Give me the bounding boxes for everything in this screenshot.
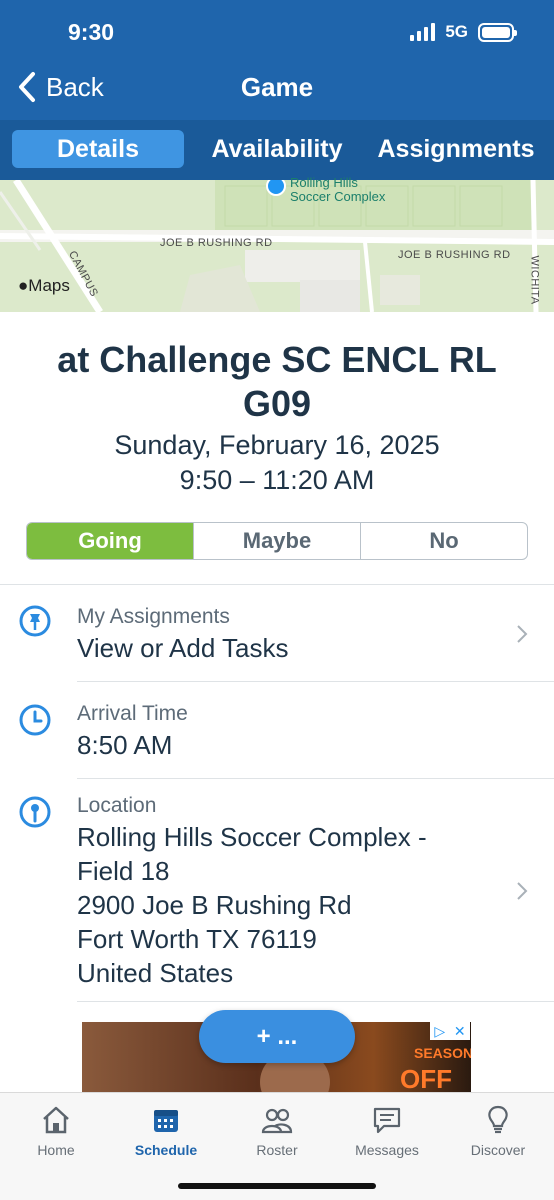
road-label: JOE B RUSHING RD	[160, 237, 273, 249]
segmented-tabs: Details Availability Assignments	[0, 120, 554, 180]
location-line: United States	[77, 958, 234, 988]
tab-roster[interactable]: Roster	[222, 1105, 332, 1158]
location-label: Location	[77, 794, 157, 817]
rsvp-no-button[interactable]: No	[360, 523, 527, 559]
tab-label: Roster	[256, 1142, 298, 1158]
apple-icon: ●	[18, 276, 29, 295]
status-time: 9:30	[68, 19, 115, 45]
tab-label: Messages	[355, 1142, 419, 1158]
game-time: 9:50 – 11:20 AM	[179, 465, 375, 495]
divider	[0, 584, 554, 585]
lightbulb-icon	[488, 1105, 508, 1134]
location-line: Fort Worth TX 76119	[77, 924, 317, 954]
add-button[interactable]: + ...	[199, 1010, 355, 1063]
tab-details[interactable]: Details	[12, 130, 184, 168]
location-line: Field 18	[77, 856, 170, 886]
location-pin-icon	[19, 796, 51, 828]
ad-text-off: OFF	[400, 1064, 452, 1092]
signal-icon	[410, 23, 436, 41]
arrival-label: Arrival Time	[77, 702, 188, 725]
map-pin-label: Rolling Hills Soccer Complex	[290, 176, 385, 204]
tab-label: Discover	[470, 1142, 526, 1158]
network-type: 5G	[445, 22, 468, 41]
close-icon[interactable]: ✕	[454, 1023, 466, 1040]
map-pin-label-line: Rolling Hills	[290, 175, 358, 190]
rsvp-maybe-button[interactable]: Maybe	[193, 523, 360, 559]
tab-schedule[interactable]: Schedule	[111, 1105, 221, 1158]
maps-brand: Maps	[28, 276, 70, 295]
road-label: WICHITA	[528, 255, 541, 305]
chevron-right-icon	[517, 882, 528, 900]
status-indicators: 5G	[410, 22, 517, 42]
divider	[77, 778, 554, 779]
rsvp-segmented-control: Going Maybe No	[26, 522, 528, 560]
battery-icon	[478, 22, 517, 42]
assignments-label: My Assignments	[77, 605, 230, 628]
apple-maps-logo: ●Maps	[18, 276, 70, 296]
tab-label: Home	[37, 1142, 75, 1158]
tab-availability[interactable]: Availability	[196, 130, 358, 168]
ad-choices-icon[interactable]: ▷	[434, 1023, 445, 1040]
tab-assignments[interactable]: Assignments	[366, 130, 546, 168]
road-label: JOE B RUSHING RD	[398, 249, 511, 261]
people-icon	[261, 1108, 293, 1134]
app-header: 9:30 5G Back Game Details Availability A…	[0, 0, 554, 180]
arrival-value: 8:50 AM	[77, 730, 173, 760]
chevron-right-icon	[517, 625, 528, 643]
message-icon	[373, 1107, 401, 1134]
tab-discover[interactable]: Discover	[443, 1105, 553, 1158]
game-title: at Challenge SC ENCL RL G09	[57, 339, 497, 424]
location-line: 2900 Joe B Rushing Rd	[77, 890, 352, 920]
home-indicator	[178, 1183, 376, 1189]
tab-label: Schedule	[134, 1142, 198, 1158]
pin-icon	[19, 605, 51, 637]
calendar-icon	[154, 1110, 178, 1132]
location-line: Rolling Hills Soccer Complex -	[77, 822, 427, 852]
game-date: Sunday, February 16, 2025	[114, 430, 440, 460]
ad-text-season: SEASON	[414, 1045, 471, 1061]
divider	[77, 681, 554, 682]
rsvp-going-button[interactable]: Going	[27, 523, 193, 559]
map-pin-label-line: Soccer Complex	[290, 189, 386, 204]
page-title: Game	[240, 72, 314, 102]
tab-messages[interactable]: Messages	[332, 1105, 442, 1158]
divider	[77, 1001, 554, 1002]
assignments-value: View or Add Tasks	[77, 633, 289, 663]
map-graphic	[0, 180, 554, 312]
clock-icon	[19, 704, 51, 736]
tab-home[interactable]: Home	[1, 1105, 111, 1158]
home-icon	[43, 1106, 69, 1134]
ad-controls[interactable]: ▷ ✕	[430, 1022, 470, 1040]
location-map[interactable]: JOE B RUSHING RD JOE B RUSHING RD CAMPUS…	[0, 180, 554, 312]
